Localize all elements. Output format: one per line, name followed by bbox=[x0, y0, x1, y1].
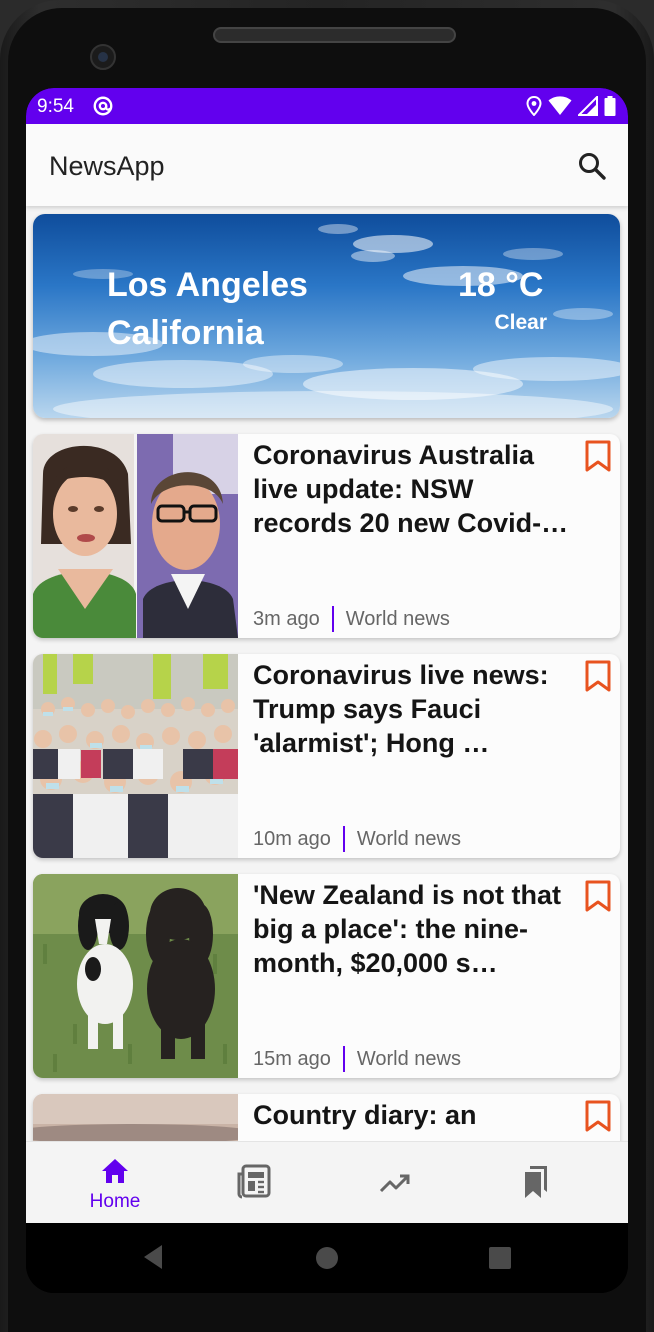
nav-item-bookmarks[interactable] bbox=[486, 1142, 628, 1224]
article-time: 3m ago bbox=[253, 607, 320, 630]
back-icon[interactable] bbox=[141, 1243, 165, 1271]
nav-label-home: Home bbox=[89, 1191, 141, 1212]
article-meta: 15m ago World news bbox=[253, 1046, 461, 1072]
article-category: World news bbox=[345, 607, 450, 630]
signal-icon bbox=[578, 96, 598, 116]
front-camera bbox=[90, 44, 116, 70]
location-icon bbox=[526, 96, 542, 116]
app-title: NewsApp bbox=[49, 151, 165, 181]
article-thumbnail bbox=[33, 434, 238, 638]
speaker-grille bbox=[213, 27, 456, 43]
battery-icon bbox=[604, 96, 616, 116]
bookmark-outline-icon[interactable] bbox=[584, 1100, 612, 1132]
app-content: NewsApp Los Angeles California 18 °C Cle… bbox=[26, 124, 628, 1141]
system-navigation-bar bbox=[26, 1223, 628, 1293]
bookmark-outline-icon[interactable] bbox=[584, 880, 612, 912]
article-thumbnail bbox=[33, 1094, 238, 1141]
meta-divider bbox=[342, 1046, 345, 1072]
article-thumbnail bbox=[33, 874, 238, 1078]
news-card[interactable]: 'New Zealand is not that big a place': t… bbox=[33, 874, 620, 1078]
bookmark-outline-icon[interactable] bbox=[584, 440, 612, 472]
bottom-navigation: Home bbox=[26, 1141, 628, 1224]
news-card[interactable]: Coronavirus Australia live update: NSW r… bbox=[33, 434, 620, 638]
trending-icon bbox=[379, 1174, 410, 1193]
search-icon[interactable] bbox=[576, 150, 608, 182]
meta-divider bbox=[331, 606, 334, 632]
bookmark-outline-icon[interactable] bbox=[584, 660, 612, 692]
news-card[interactable]: Country diary: an bbox=[33, 1094, 620, 1141]
article-category: World news bbox=[356, 827, 461, 850]
recents-icon[interactable] bbox=[488, 1246, 512, 1270]
weather-temperature: 18 °C bbox=[458, 266, 544, 304]
article-meta: 10m ago World news bbox=[253, 826, 461, 852]
nav-item-home[interactable]: Home bbox=[26, 1142, 204, 1224]
article-title: Coronavirus Australia live update: NSW r… bbox=[253, 440, 569, 538]
article-time: 15m ago bbox=[253, 1047, 331, 1070]
article-thumbnail bbox=[33, 654, 238, 858]
article-title: Country diary: an bbox=[253, 1100, 477, 1130]
weather-condition: Clear bbox=[494, 311, 547, 334]
screen: 9:54 NewsApp Los Angeles California 18 °… bbox=[26, 88, 628, 1293]
status-bar: 9:54 bbox=[26, 88, 628, 124]
app-bar: NewsApp bbox=[26, 124, 628, 206]
weather-state: California bbox=[107, 314, 264, 352]
news-card[interactable]: Coronavirus live news: Trump says Fauci … bbox=[33, 654, 620, 858]
status-time: 9:54 bbox=[37, 96, 74, 117]
bookmarks-icon bbox=[525, 1166, 547, 1198]
nav-item-trending[interactable] bbox=[346, 1142, 496, 1224]
status-icons bbox=[526, 95, 616, 117]
article-category: World news bbox=[356, 1047, 461, 1070]
article-title: 'New Zealand is not that big a place': t… bbox=[253, 880, 561, 978]
nav-item-news[interactable] bbox=[204, 1142, 354, 1224]
article-meta: 3m ago World news bbox=[253, 606, 450, 632]
at-sign-icon bbox=[93, 96, 113, 116]
weather-city: Los Angeles bbox=[107, 266, 308, 304]
article-time: 10m ago bbox=[253, 827, 331, 850]
home-icon bbox=[102, 1159, 128, 1183]
meta-divider bbox=[342, 826, 345, 852]
article-title: Coronavirus live news: Trump says Fauci … bbox=[253, 660, 549, 758]
home-button-icon[interactable] bbox=[315, 1246, 339, 1270]
wifi-icon bbox=[548, 96, 572, 115]
weather-card[interactable]: Los Angeles California 18 °C Clear bbox=[33, 214, 620, 418]
newspaper-icon bbox=[237, 1164, 271, 1199]
